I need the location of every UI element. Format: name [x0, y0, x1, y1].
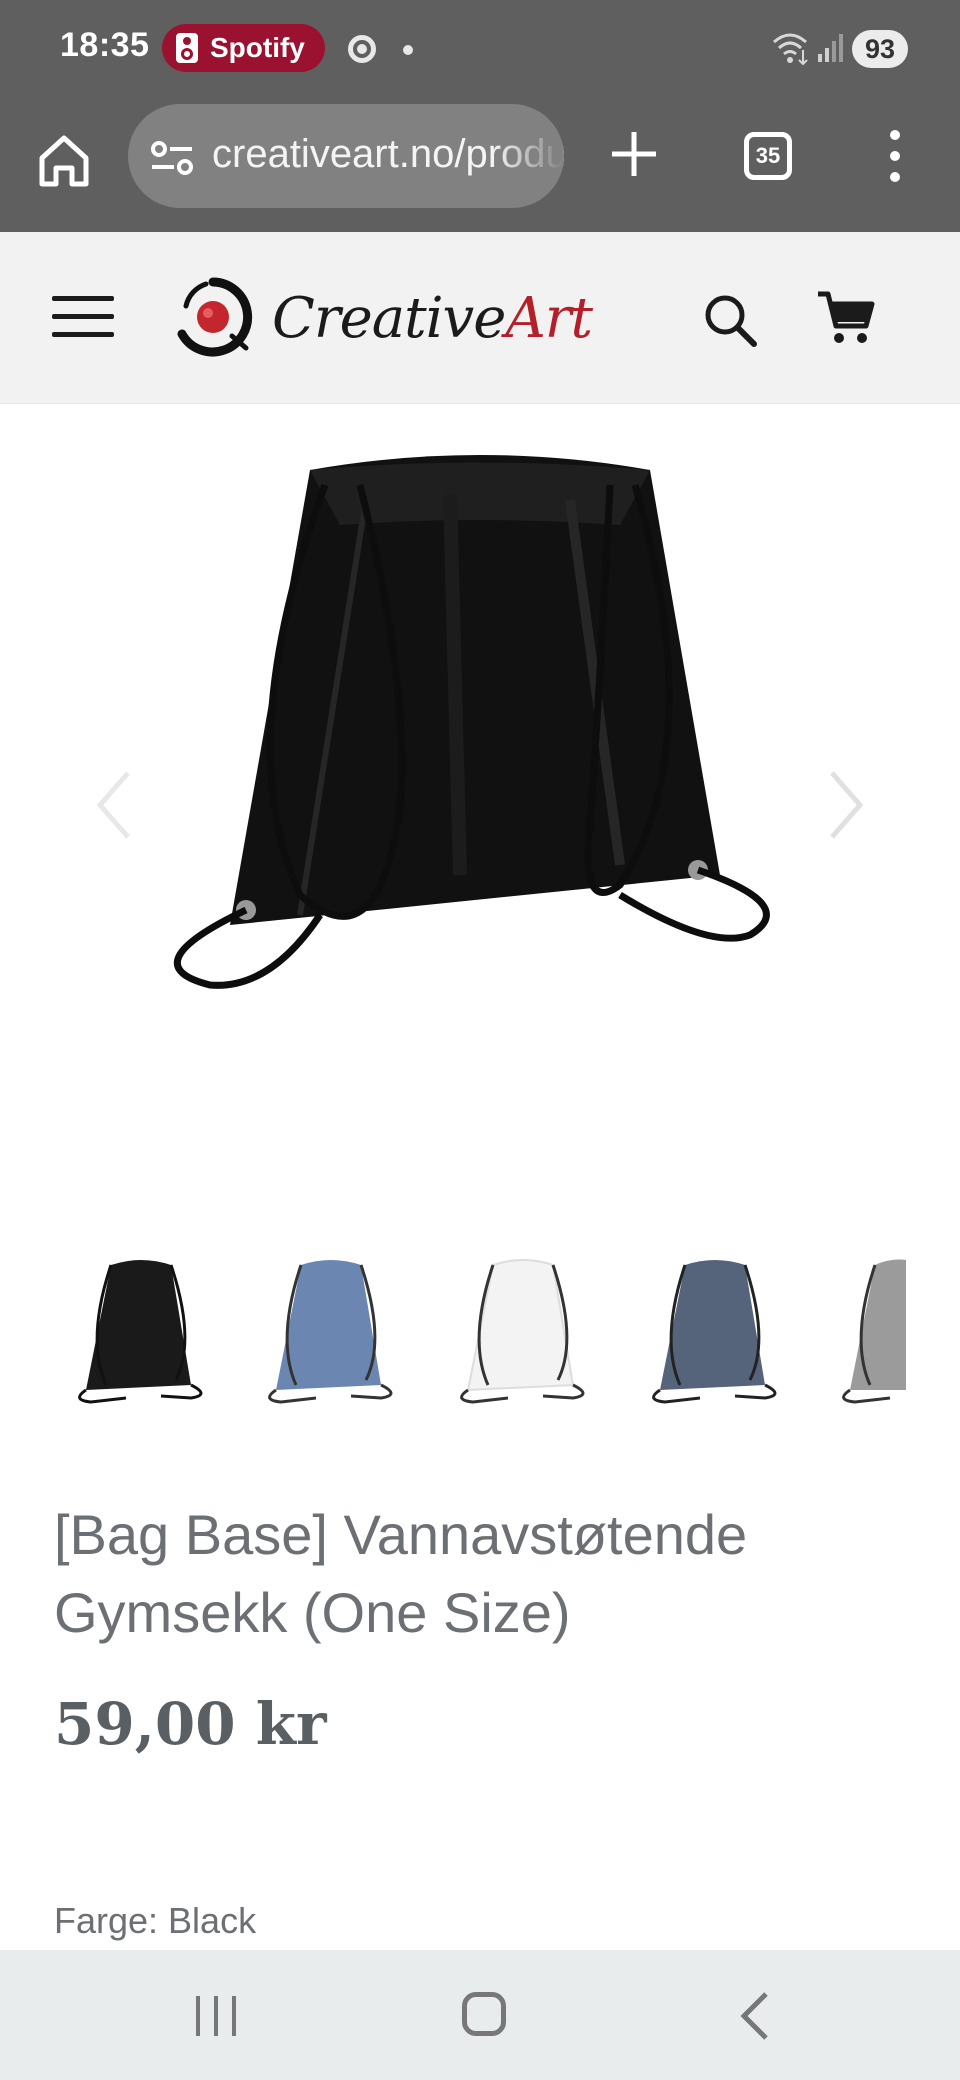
product-title: [Bag Base] Vannavstøtende Gymsekk (One S…: [54, 1503, 748, 1644]
media-app-label: Spotify: [210, 32, 305, 63]
logo-wordmark: CreativeArt: [272, 286, 593, 351]
thumbnail-blue[interactable]: [256, 1250, 406, 1415]
logo-mark: [177, 277, 253, 357]
url-bar[interactable]: creativeart.no/products/bag-base-vannavs…: [128, 104, 564, 208]
status-time: 18:35: [60, 26, 150, 64]
back-icon[interactable]: [736, 1988, 776, 2044]
site-settings-icon[interactable]: [150, 140, 194, 176]
site-logo[interactable]: CreativeArt: [168, 272, 593, 362]
recents-icon[interactable]: [196, 1996, 238, 2036]
thumbnail-grey[interactable]: [830, 1250, 906, 1415]
chrome-icon: [348, 35, 376, 63]
signal-icon: [818, 34, 843, 62]
menu-dots-icon[interactable]: [878, 130, 914, 182]
system-nav-bar: [0, 1950, 960, 2080]
product-price: 59,00 kr: [54, 1690, 327, 1758]
plus-icon[interactable]: [608, 128, 660, 180]
gallery-prev-arrow[interactable]: [90, 765, 140, 845]
cart-icon[interactable]: [814, 288, 878, 348]
url-fade: [494, 104, 564, 208]
search-icon[interactable]: [700, 290, 760, 350]
hamburger-icon[interactable]: [52, 292, 116, 340]
color-option-label: Farge: Black: [54, 1900, 257, 1941]
thumbnail-black[interactable]: [66, 1250, 216, 1415]
logo-word-art: Art: [505, 286, 593, 351]
product-gallery: [0, 405, 960, 1195]
gallery-next-arrow[interactable]: [820, 765, 870, 845]
nav-home-icon[interactable]: [462, 1992, 506, 2036]
tab-switcher-button[interactable]: 35: [744, 132, 792, 180]
thumbnail-strip: [0, 1250, 960, 1420]
home-icon[interactable]: [32, 128, 96, 192]
media-indicator[interactable]: Spotify: [162, 24, 325, 72]
speaker-icon: [176, 33, 198, 63]
wifi-icon: [773, 33, 808, 66]
product-main-image[interactable]: [150, 445, 810, 1185]
status-bar: 18:35 Spotify 93: [0, 0, 960, 96]
browser-toolbar: creativeart.no/products/bag-base-vannavs…: [0, 96, 960, 232]
battery-indicator: 93: [852, 30, 908, 68]
page: 18:35 Spotify 93 creativeart.no/p 35 Cre…: [0, 0, 960, 2080]
logo-word-creative: Creative: [272, 286, 506, 351]
thumbnail-navy[interactable]: [640, 1250, 790, 1415]
thumbnail-white[interactable]: [448, 1250, 598, 1415]
site-header: CreativeArt: [0, 232, 960, 404]
notification-dot-icon: [403, 45, 413, 55]
